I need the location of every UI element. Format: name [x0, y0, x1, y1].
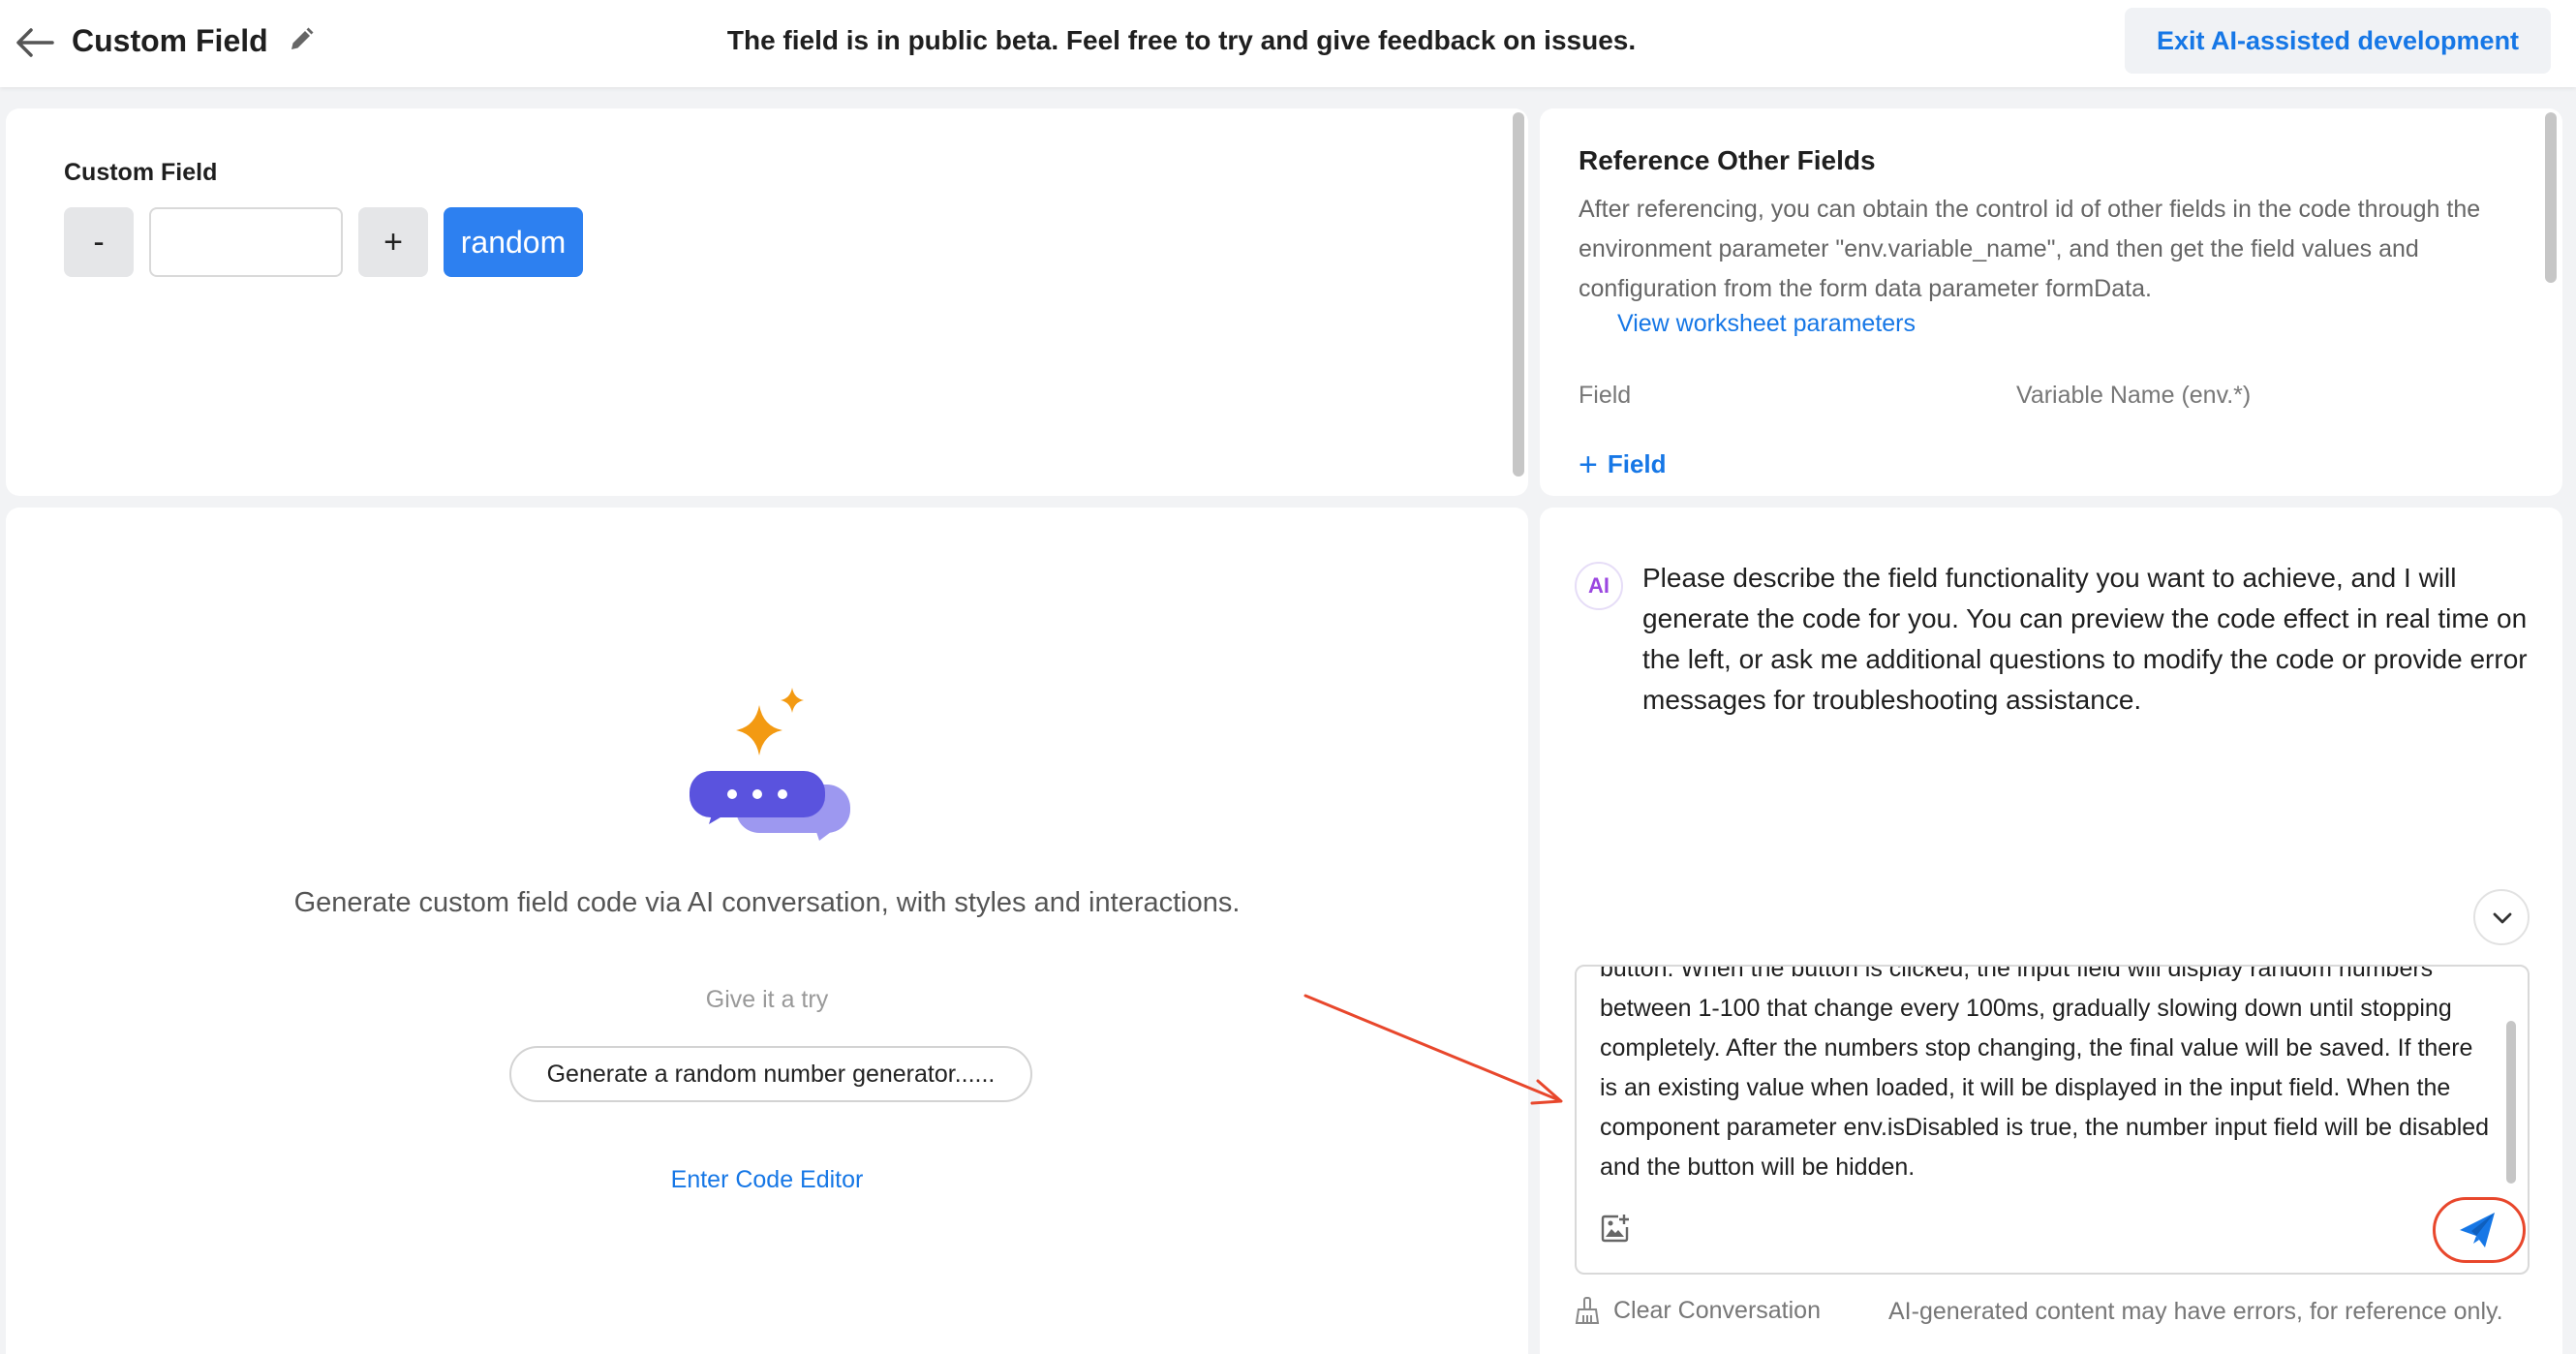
ai-disclaimer: AI-generated content may have errors, fo…	[1888, 1298, 2503, 1325]
plus-icon: +	[1579, 446, 1598, 483]
send-icon[interactable]	[2444, 1201, 2510, 1255]
ai-message: Please describe the field functionality …	[1642, 563, 2528, 715]
scroll-to-bottom-button[interactable]	[2473, 889, 2530, 945]
exit-ai-development-button[interactable]: Exit AI-assisted development	[2125, 8, 2551, 74]
clear-conversation-label: Clear Conversation	[1613, 1296, 1821, 1324]
reference-title: Reference Other Fields	[1579, 145, 1876, 175]
try-label: Give it a try	[705, 986, 829, 1013]
ai-avatar: AI	[1575, 562, 1623, 610]
preview-scrollbar[interactable]	[1513, 112, 1524, 477]
page-title: Custom Field	[72, 23, 268, 58]
chevron-down-icon	[2493, 912, 2512, 924]
decrement-button[interactable]: -	[64, 207, 134, 277]
custom-field-label: Custom Field	[64, 159, 218, 186]
reference-fields-panel: Reference Other Fields After referencing…	[1540, 108, 2562, 496]
edit-pencil-icon[interactable]	[287, 25, 316, 54]
ai-chat-sparkle-icon	[690, 688, 850, 841]
generator-description: Generate custom field code via AI conver…	[293, 887, 1241, 918]
chat-input-box[interactable]: button. When the button is clicked, the …	[1575, 965, 2530, 1275]
view-worksheet-parameters-link[interactable]: View worksheet parameters	[1617, 310, 1916, 338]
example-prompt-button[interactable]: Generate a random number generator......	[509, 1046, 1032, 1102]
variable-name-column-header: Variable Name (env.*)	[2016, 382, 2252, 409]
random-button[interactable]: random	[444, 207, 583, 277]
number-input[interactable]	[149, 207, 343, 277]
top-bar: Custom Field The field is in public beta…	[0, 0, 2576, 87]
reference-description: After referencing, you can obtain the co…	[1579, 196, 2481, 302]
add-image-icon[interactable]	[1600, 1213, 1631, 1244]
chat-input-scrollbar[interactable]	[2506, 1021, 2516, 1184]
reference-scrollbar[interactable]	[2545, 112, 2557, 283]
ai-generate-panel: Generate custom field code via AI conver…	[6, 508, 1528, 1354]
add-field-label: Field	[1607, 449, 1667, 478]
ai-chat-panel: AI Please describe the field functionali…	[1540, 508, 2562, 1354]
enter-code-editor-link[interactable]: Enter Code Editor	[6, 1166, 1528, 1194]
back-arrow-icon[interactable]	[14, 23, 56, 62]
clear-conversation-button[interactable]: Clear Conversation	[1575, 1296, 1821, 1325]
field-column-header: Field	[1579, 382, 1632, 409]
beta-notice: The field is in public beta. Feel free t…	[726, 25, 1637, 55]
chat-input-text[interactable]: button. When the button is clicked, the …	[1600, 967, 2491, 1187]
increment-button[interactable]: +	[358, 207, 428, 277]
add-field-button[interactable]: + Field	[1579, 446, 1667, 483]
broom-icon	[1575, 1297, 1600, 1324]
field-preview-panel: Custom Field - + random	[6, 108, 1528, 496]
